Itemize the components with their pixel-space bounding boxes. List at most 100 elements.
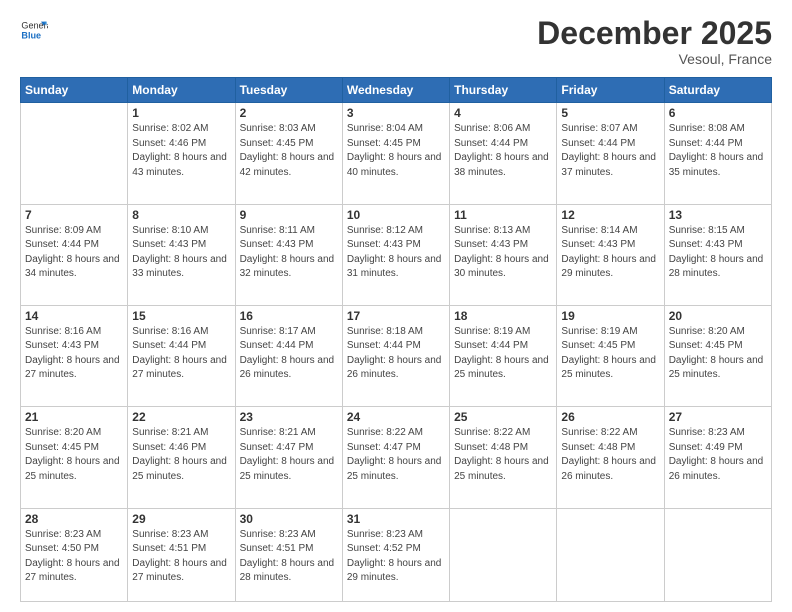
calendar-cell: 27 Sunrise: 8:23 AM Sunset: 4:49 PM Dayli… bbox=[664, 407, 771, 508]
svg-text:Blue: Blue bbox=[21, 30, 41, 40]
day-number: 11 bbox=[454, 208, 552, 222]
day-info: Sunrise: 8:21 AM Sunset: 4:46 PM Dayligh… bbox=[132, 426, 230, 484]
calendar-cell: 15Sunrise: 8:16 AM Sunset: 4:44 PM Dayli… bbox=[128, 305, 235, 406]
calendar-cell: 28 Sunrise: 8:23 AM Sunset: 4:50 PM Dayli… bbox=[21, 508, 128, 601]
calendar-cell: 14Sunrise: 8:16 AM Sunset: 4:43 PM Dayli… bbox=[21, 305, 128, 406]
day-info: Sunrise: 8:21 AM Sunset: 4:47 PM Dayligh… bbox=[240, 426, 338, 484]
day-info: Sunrise: 8:12 AM Sunset: 4:43 PM Dayligh… bbox=[347, 224, 445, 282]
col-header-sunday: Sunday bbox=[21, 78, 128, 103]
calendar-week-row: 21 Sunrise: 8:20 AM Sunset: 4:45 PM Dayli… bbox=[21, 407, 772, 508]
title-block: December 2025 Vesoul, France bbox=[537, 16, 772, 67]
logo-icon: General Blue bbox=[20, 16, 48, 44]
calendar-cell: 8 Sunrise: 8:10 AM Sunset: 4:43 PM Daylig… bbox=[128, 204, 235, 305]
day-number: 17 bbox=[347, 309, 445, 323]
calendar-cell: 5Sunrise: 8:07 AM Sunset: 4:44 PM Daylig… bbox=[557, 103, 664, 204]
day-number: 6 bbox=[669, 106, 767, 120]
day-number: 20 bbox=[669, 309, 767, 323]
day-info: Sunrise: 8:07 AM Sunset: 4:44 PM Dayligh… bbox=[561, 122, 659, 180]
day-info: Sunrise: 8:22 AM Sunset: 4:47 PM Dayligh… bbox=[347, 426, 445, 484]
calendar-cell bbox=[450, 508, 557, 601]
day-number: 21 bbox=[25, 410, 123, 424]
col-header-friday: Friday bbox=[557, 78, 664, 103]
calendar-header-row: SundayMondayTuesdayWednesdayThursdayFrid… bbox=[21, 78, 772, 103]
day-number: 7 bbox=[25, 208, 123, 222]
day-info: Sunrise: 8:15 AM Sunset: 4:43 PM Dayligh… bbox=[669, 224, 767, 282]
logo: General Blue bbox=[20, 16, 48, 44]
calendar-week-row: 1 Sunrise: 8:02 AM Sunset: 4:46 PM Daylig… bbox=[21, 103, 772, 204]
day-info: Sunrise: 8:10 AM Sunset: 4:43 PM Dayligh… bbox=[132, 224, 230, 282]
day-info: Sunrise: 8:09 AM Sunset: 4:44 PM Dayligh… bbox=[25, 224, 123, 282]
day-number: 14 bbox=[25, 309, 123, 323]
day-number: 27 bbox=[669, 410, 767, 424]
header: General Blue December 2025 Vesoul, Franc… bbox=[20, 16, 772, 67]
day-info: Sunrise: 8:06 AM Sunset: 4:44 PM Dayligh… bbox=[454, 122, 552, 180]
day-number: 4 bbox=[454, 106, 552, 120]
day-number: 16 bbox=[240, 309, 338, 323]
calendar-cell: 21 Sunrise: 8:20 AM Sunset: 4:45 PM Dayli… bbox=[21, 407, 128, 508]
page: General Blue December 2025 Vesoul, Franc… bbox=[0, 0, 792, 612]
day-info: Sunrise: 8:19 AM Sunset: 4:44 PM Dayligh… bbox=[454, 325, 552, 383]
calendar-cell: 16 Sunrise: 8:17 AM Sunset: 4:44 PM Dayli… bbox=[235, 305, 342, 406]
calendar-cell: 12 Sunrise: 8:14 AM Sunset: 4:43 PM Dayli… bbox=[557, 204, 664, 305]
calendar-cell: 13Sunrise: 8:15 AM Sunset: 4:43 PM Dayli… bbox=[664, 204, 771, 305]
day-info: Sunrise: 8:23 AM Sunset: 4:52 PM Dayligh… bbox=[347, 528, 445, 586]
day-number: 25 bbox=[454, 410, 552, 424]
calendar-cell: 31 Sunrise: 8:23 AM Sunset: 4:52 PM Dayli… bbox=[342, 508, 449, 601]
day-info: Sunrise: 8:20 AM Sunset: 4:45 PM Dayligh… bbox=[669, 325, 767, 383]
calendar-cell: 6Sunrise: 8:08 AM Sunset: 4:44 PM Daylig… bbox=[664, 103, 771, 204]
calendar-cell: 30 Sunrise: 8:23 AM Sunset: 4:51 PM Dayli… bbox=[235, 508, 342, 601]
day-number: 24 bbox=[347, 410, 445, 424]
calendar-cell: 25 Sunrise: 8:22 AM Sunset: 4:48 PM Dayli… bbox=[450, 407, 557, 508]
day-info: Sunrise: 8:22 AM Sunset: 4:48 PM Dayligh… bbox=[454, 426, 552, 484]
calendar-week-row: 7 Sunrise: 8:09 AM Sunset: 4:44 PM Daylig… bbox=[21, 204, 772, 305]
day-number: 9 bbox=[240, 208, 338, 222]
day-info: Sunrise: 8:13 AM Sunset: 4:43 PM Dayligh… bbox=[454, 224, 552, 282]
calendar-cell: 9 Sunrise: 8:11 AM Sunset: 4:43 PM Daylig… bbox=[235, 204, 342, 305]
day-number: 8 bbox=[132, 208, 230, 222]
day-number: 3 bbox=[347, 106, 445, 120]
day-info: Sunrise: 8:17 AM Sunset: 4:44 PM Dayligh… bbox=[240, 325, 338, 383]
calendar-cell: 24 Sunrise: 8:22 AM Sunset: 4:47 PM Dayli… bbox=[342, 407, 449, 508]
calendar-table: SundayMondayTuesdayWednesdayThursdayFrid… bbox=[20, 77, 772, 602]
day-info: Sunrise: 8:23 AM Sunset: 4:51 PM Dayligh… bbox=[240, 528, 338, 586]
day-info: Sunrise: 8:23 AM Sunset: 4:49 PM Dayligh… bbox=[669, 426, 767, 484]
day-number: 2 bbox=[240, 106, 338, 120]
day-number: 31 bbox=[347, 512, 445, 526]
calendar-cell: 23 Sunrise: 8:21 AM Sunset: 4:47 PM Dayli… bbox=[235, 407, 342, 508]
day-number: 22 bbox=[132, 410, 230, 424]
day-number: 23 bbox=[240, 410, 338, 424]
col-header-wednesday: Wednesday bbox=[342, 78, 449, 103]
day-number: 28 bbox=[25, 512, 123, 526]
day-info: Sunrise: 8:02 AM Sunset: 4:46 PM Dayligh… bbox=[132, 122, 230, 180]
calendar-cell: 29Sunrise: 8:23 AM Sunset: 4:51 PM Dayli… bbox=[128, 508, 235, 601]
calendar-cell: 7 Sunrise: 8:09 AM Sunset: 4:44 PM Daylig… bbox=[21, 204, 128, 305]
calendar-cell: 10Sunrise: 8:12 AM Sunset: 4:43 PM Dayli… bbox=[342, 204, 449, 305]
day-number: 18 bbox=[454, 309, 552, 323]
calendar-cell: 4 Sunrise: 8:06 AM Sunset: 4:44 PM Daylig… bbox=[450, 103, 557, 204]
col-header-monday: Monday bbox=[128, 78, 235, 103]
day-info: Sunrise: 8:23 AM Sunset: 4:50 PM Dayligh… bbox=[25, 528, 123, 586]
calendar-cell: 3 Sunrise: 8:04 AM Sunset: 4:45 PM Daylig… bbox=[342, 103, 449, 204]
day-info: Sunrise: 8:03 AM Sunset: 4:45 PM Dayligh… bbox=[240, 122, 338, 180]
day-info: Sunrise: 8:20 AM Sunset: 4:45 PM Dayligh… bbox=[25, 426, 123, 484]
day-info: Sunrise: 8:04 AM Sunset: 4:45 PM Dayligh… bbox=[347, 122, 445, 180]
calendar-cell: 2 Sunrise: 8:03 AM Sunset: 4:45 PM Daylig… bbox=[235, 103, 342, 204]
calendar-week-row: 14Sunrise: 8:16 AM Sunset: 4:43 PM Dayli… bbox=[21, 305, 772, 406]
day-info: Sunrise: 8:19 AM Sunset: 4:45 PM Dayligh… bbox=[561, 325, 659, 383]
calendar-cell: 26Sunrise: 8:22 AM Sunset: 4:48 PM Dayli… bbox=[557, 407, 664, 508]
day-info: Sunrise: 8:18 AM Sunset: 4:44 PM Dayligh… bbox=[347, 325, 445, 383]
day-info: Sunrise: 8:11 AM Sunset: 4:43 PM Dayligh… bbox=[240, 224, 338, 282]
calendar-cell: 20 Sunrise: 8:20 AM Sunset: 4:45 PM Dayli… bbox=[664, 305, 771, 406]
day-number: 12 bbox=[561, 208, 659, 222]
calendar-week-row: 28 Sunrise: 8:23 AM Sunset: 4:50 PM Dayli… bbox=[21, 508, 772, 601]
calendar-cell: 19 Sunrise: 8:19 AM Sunset: 4:45 PM Dayli… bbox=[557, 305, 664, 406]
calendar-cell: 11 Sunrise: 8:13 AM Sunset: 4:43 PM Dayli… bbox=[450, 204, 557, 305]
day-number: 29 bbox=[132, 512, 230, 526]
col-header-tuesday: Tuesday bbox=[235, 78, 342, 103]
day-number: 1 bbox=[132, 106, 230, 120]
calendar-cell: 18 Sunrise: 8:19 AM Sunset: 4:44 PM Dayli… bbox=[450, 305, 557, 406]
day-number: 19 bbox=[561, 309, 659, 323]
day-number: 30 bbox=[240, 512, 338, 526]
day-info: Sunrise: 8:14 AM Sunset: 4:43 PM Dayligh… bbox=[561, 224, 659, 282]
col-header-thursday: Thursday bbox=[450, 78, 557, 103]
